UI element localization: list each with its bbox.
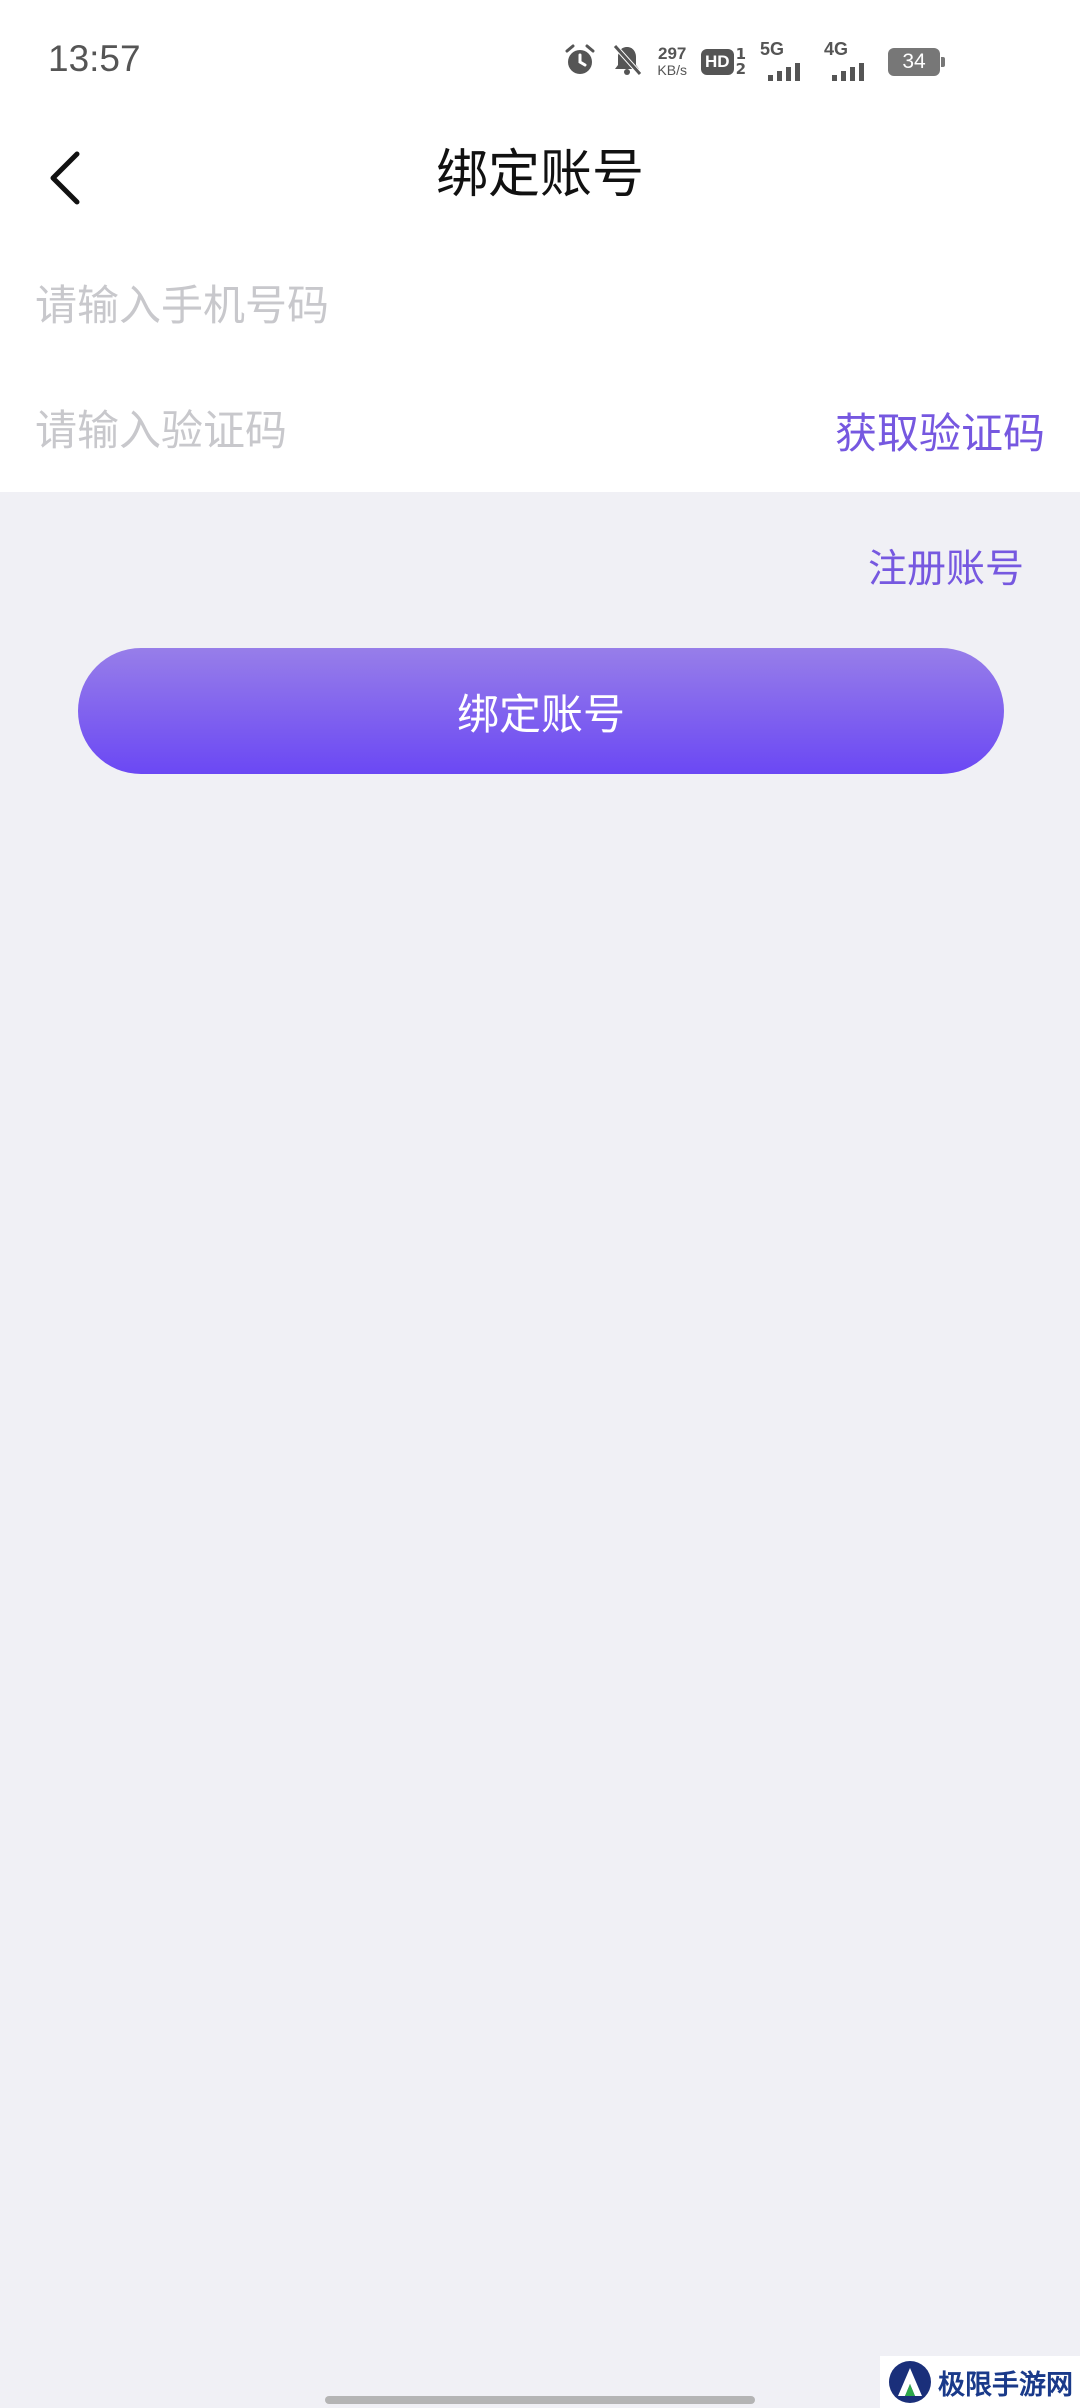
net-speed-unit: KB/s — [657, 62, 687, 78]
net-speed: 297 KB/s — [657, 45, 687, 79]
signal-5g: 5G — [760, 39, 810, 81]
status-icons: 297 KB/s HD 1 2 5G 4G 34 — [563, 39, 945, 82]
mute-bell-icon — [611, 43, 643, 81]
watermark-text: 极限手游网 — [938, 2369, 1073, 2401]
page-title: 绑定账号 — [435, 145, 644, 205]
network-label-2: 4G — [824, 39, 849, 59]
register-link[interactable]: 注册账号 — [868, 538, 1024, 594]
watermark: 极限手游网 — [880, 2356, 1080, 2408]
net-speed-value: 297 — [658, 44, 687, 63]
alarm-icon — [563, 43, 597, 81]
verification-code-input[interactable] — [0, 405, 780, 455]
network-label-1: 5G — [760, 39, 785, 59]
hd-label: HD — [701, 49, 734, 75]
hd-indicator: HD 1 2 — [701, 47, 746, 77]
status-time: 13:57 — [48, 38, 141, 79]
header: 绑定账号 — [0, 125, 1080, 230]
hd-sim-bottom: 2 — [735, 60, 746, 78]
phone-row — [0, 245, 1080, 365]
signal-4g: 4G — [824, 39, 874, 81]
phone-input[interactable] — [0, 280, 780, 330]
home-indicator[interactable] — [325, 2396, 755, 2404]
signal-bars-icon — [768, 63, 800, 81]
bind-account-button[interactable]: 绑定账号 — [78, 648, 1004, 774]
watermark-logo-icon — [889, 2361, 931, 2403]
signal-bars-icon — [832, 63, 864, 81]
get-code-button[interactable]: 获取验证码 — [835, 400, 1045, 461]
code-row: 获取验证码 — [0, 370, 1080, 490]
bind-form: 获取验证码 — [0, 230, 1080, 492]
status-bar: 13:57 297 KB/s HD 1 2 5G 4G 34 — [0, 0, 1080, 125]
battery-icon: 34 — [888, 48, 945, 76]
